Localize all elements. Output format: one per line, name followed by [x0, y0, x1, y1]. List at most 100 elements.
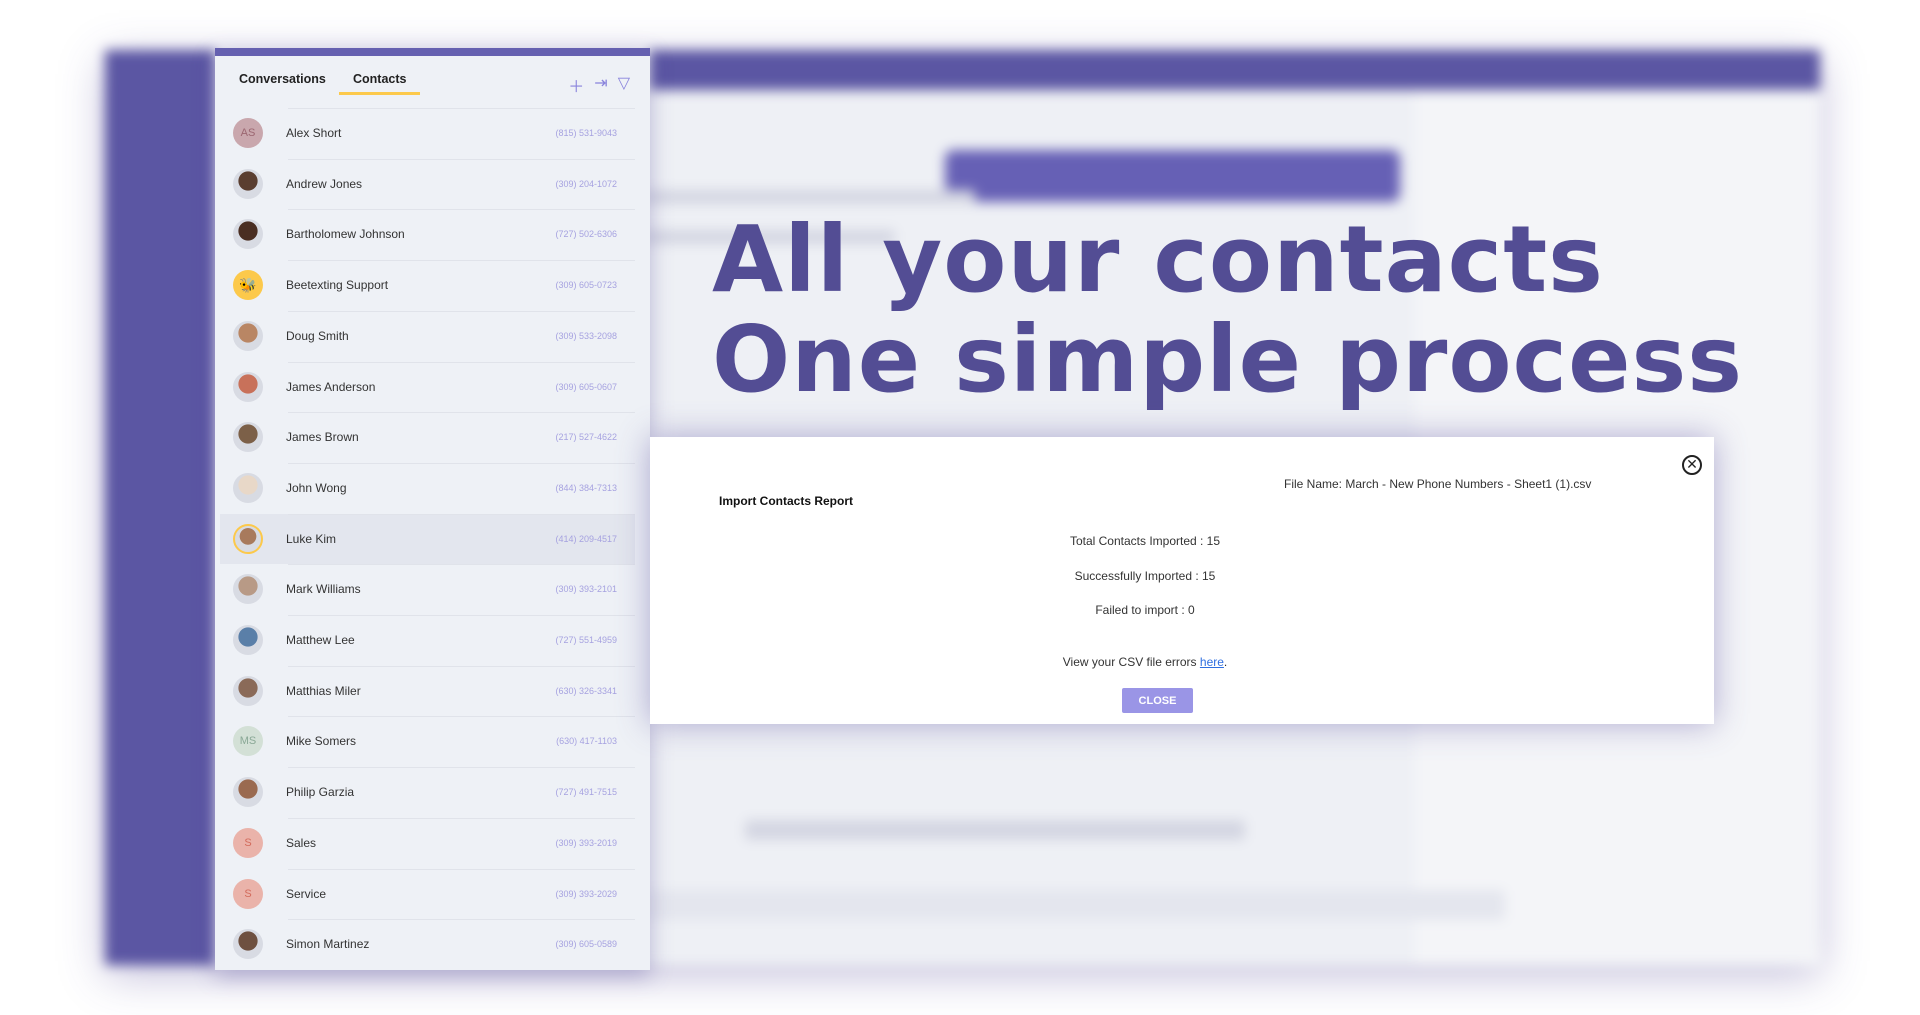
contact-phone: (630) 417-1103: [556, 736, 617, 747]
contact-row[interactable]: James Anderson (309) 605-0607: [220, 361, 635, 412]
contact-row[interactable]: John Wong (844) 384-7313: [220, 462, 635, 513]
divider: [288, 615, 635, 616]
contact-row[interactable]: Andrew Jones (309) 204-1072: [220, 158, 635, 209]
contact-phone: (217) 527-4622: [555, 432, 617, 443]
contact-row[interactable]: James Brown (217) 527-4622: [220, 412, 635, 462]
avatar: S: [233, 878, 263, 909]
import-report-modal: ✕ Import Contacts Report File Name: Marc…: [650, 437, 1714, 724]
panel-topbar: [215, 48, 650, 56]
contact-row[interactable]: Bartholomew Johnson (727) 502-6306: [220, 209, 635, 259]
divider: [288, 209, 635, 211]
divider: [288, 919, 635, 921]
tab-conversations[interactable]: Conversations: [239, 72, 326, 86]
avatar-photo: [233, 219, 263, 250]
contact-row[interactable]: Doug Smith (309) 533-2098: [220, 310, 635, 361]
contact-row[interactable]: Simon Martinez (309) 605-0589: [220, 919, 635, 969]
blurred-text: [645, 190, 975, 204]
contact-row[interactable]: MS Mike Somers (630) 417-1103: [220, 716, 635, 766]
contact-row[interactable]: Philip Garzia (727) 491-7515: [220, 767, 635, 817]
contact-row[interactable]: Luke Kim (414) 209-4517: [220, 513, 635, 564]
avatar-photo: [233, 777, 263, 808]
contact-name: Service: [286, 886, 327, 901]
blurred-composer: [645, 890, 1505, 920]
divider: [288, 716, 635, 718]
contact-name: Beetexting Support: [286, 278, 389, 293]
avatar-photo: [233, 675, 263, 706]
divider: [288, 817, 635, 819]
contact-row[interactable]: Matthew Lee (727) 551-4959: [220, 615, 635, 665]
divider: [288, 108, 635, 109]
avatar: MS: [233, 726, 263, 757]
contact-name: Doug Smith: [286, 328, 349, 343]
avatar-photo: [233, 320, 263, 351]
avatar-photo: [233, 523, 263, 554]
file-name: File Name: March - New Phone Numbers - S…: [1284, 477, 1592, 491]
contact-row[interactable]: Mark Williams (309) 393-2101: [220, 564, 635, 614]
tab-bar: Conversations Contacts ＋ ⇥ ▽: [215, 56, 650, 108]
divider: [288, 412, 635, 414]
contact-name: Simon Martinez: [286, 937, 370, 952]
contact-phone: (309) 605-0723: [555, 280, 617, 291]
plus-icon[interactable]: ＋: [568, 73, 584, 97]
contact-name: James Anderson: [286, 379, 376, 394]
avatar-photo: [233, 625, 263, 655]
csv-errors-link[interactable]: here: [1200, 655, 1224, 669]
avatar-photo: [233, 422, 263, 453]
headline: All your contacts One simple process: [712, 210, 1743, 410]
contact-phone: (815) 531-9043: [555, 128, 617, 138]
contact-phone: (309) 393-2101: [555, 584, 617, 595]
divider: [288, 767, 635, 769]
contact-row[interactable]: 🐝 Beetexting Support (309) 605-0723: [220, 260, 635, 310]
close-icon[interactable]: ✕: [1682, 455, 1702, 475]
csv-errors-line: View your CSV file errors here.: [1062, 655, 1228, 669]
contact-name: Mark Williams: [286, 582, 361, 597]
blurred-topbar: [650, 50, 1820, 90]
contact-phone: (414) 209-4517: [555, 533, 617, 544]
tab-contacts[interactable]: Contacts: [339, 72, 421, 95]
avatar-photo: [233, 168, 263, 199]
blurred-text: [745, 820, 1245, 840]
contact-name: Matthew Lee: [286, 633, 355, 647]
headline-line-1: All your contacts: [712, 206, 1604, 313]
avatar-photo: [233, 929, 263, 960]
modal-title: Import Contacts Report: [719, 494, 854, 508]
csv-errors-text: View your CSV file errors: [1062, 655, 1200, 669]
close-button[interactable]: CLOSE: [1122, 688, 1193, 713]
divider: [288, 260, 635, 262]
contact-row[interactable]: S Sales (309) 393-2019: [220, 817, 635, 868]
contact-name: Mike Somers: [286, 734, 357, 749]
contact-row[interactable]: AS Alex Short (815) 531-9043: [220, 108, 635, 158]
avatar-photo: [233, 472, 263, 503]
successfully-imported: Successfully Imported : 15: [1074, 569, 1216, 583]
contact-phone: (309) 533-2098: [555, 330, 617, 341]
divider: [288, 665, 635, 667]
blurred-sidebar: [105, 50, 215, 965]
contact-name: Bartholomew Johnson: [286, 227, 405, 242]
contact-phone: (630) 326-3341: [555, 685, 617, 696]
contact-phone: (309) 605-0607: [555, 381, 617, 392]
total-imported: Total Contacts Imported : 15: [1069, 534, 1221, 548]
divider: [288, 513, 635, 515]
contact-row[interactable]: Matthias Miler (630) 326-3341: [220, 665, 635, 716]
contact-name: Philip Garzia: [286, 785, 355, 800]
contact-name: Andrew Jones: [286, 176, 363, 191]
contact-name: James Brown: [286, 430, 359, 445]
contact-phone: (309) 605-0589: [555, 939, 617, 950]
divider: [288, 868, 635, 870]
avatar-photo: [233, 574, 263, 605]
divider: [288, 158, 635, 160]
divider: [288, 361, 635, 363]
divider: [288, 462, 635, 464]
avatar: AS: [233, 118, 263, 148]
avatar-photo: [233, 371, 263, 402]
export-icon[interactable]: ⇥: [594, 73, 607, 97]
contact-phone: (727) 502-6306: [555, 229, 617, 240]
filter-icon[interactable]: ▽: [618, 73, 630, 97]
headline-line-2: One simple process: [712, 306, 1743, 413]
contact-name: John Wong: [286, 480, 347, 495]
failed-import: Failed to import : 0: [1095, 603, 1195, 617]
contact-row[interactable]: S Service (309) 393-2029: [220, 868, 635, 919]
blurred-message-bubble: [945, 150, 1400, 202]
contact-name: Sales: [286, 835, 317, 850]
contact-phone: (844) 384-7313: [555, 482, 617, 493]
